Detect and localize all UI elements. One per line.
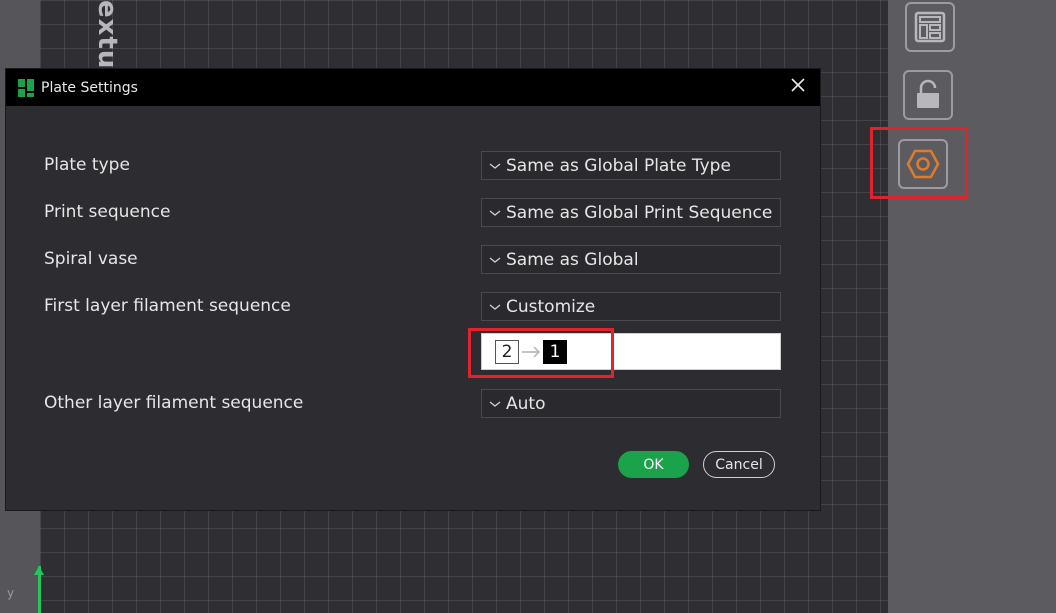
dialog-title: Plate Settings xyxy=(41,79,138,96)
print-sequence-select[interactable]: Same as Global Print Sequence xyxy=(481,198,781,227)
spiral-vase-select[interactable]: Same as Global xyxy=(481,245,781,274)
chevron-down-icon xyxy=(489,303,501,310)
plate-type-value: Same as Global Plate Type xyxy=(506,155,731,176)
chevron-down-icon xyxy=(489,209,501,216)
first-layer-sequence-select[interactable]: Customize xyxy=(481,292,781,321)
other-layer-sequence-label: Other layer filament sequence xyxy=(44,393,304,413)
close-icon xyxy=(791,78,805,92)
app-logo-icon xyxy=(18,78,34,97)
other-layer-sequence-select[interactable]: Auto xyxy=(481,389,781,418)
print-sequence-value: Same as Global Print Sequence xyxy=(506,202,773,223)
dialog-titlebar[interactable]: Plate Settings xyxy=(6,69,820,106)
plate-type-label: Plate type xyxy=(44,155,130,175)
settings-highlight xyxy=(870,127,968,199)
close-button[interactable] xyxy=(786,75,810,99)
plate-type-select[interactable]: Same as Global Plate Type xyxy=(481,151,781,180)
arrange-layout-button[interactable] xyxy=(905,2,955,52)
first-layer-sequence-value: Customize xyxy=(506,296,596,317)
spiral-vase-value: Same as Global xyxy=(506,249,639,270)
chevron-down-icon xyxy=(489,256,501,263)
first-layer-sequence-label: First layer filament sequence xyxy=(44,296,291,316)
sequence-highlight xyxy=(468,328,614,378)
unlock-icon xyxy=(917,79,939,108)
spiral-vase-label: Spiral vase xyxy=(44,249,138,269)
layout-icon xyxy=(914,11,946,43)
ok-button[interactable]: OK xyxy=(618,451,689,478)
print-sequence-label: Print sequence xyxy=(44,202,171,222)
chevron-down-icon xyxy=(489,400,501,407)
cancel-button[interactable]: Cancel xyxy=(703,451,775,478)
y-axis-arrow xyxy=(34,566,44,575)
lock-plate-button[interactable] xyxy=(903,70,953,120)
plate-settings-dialog: Plate Settings Plate type Same as Global… xyxy=(6,69,820,510)
chevron-down-icon xyxy=(489,162,501,169)
y-axis-label: y xyxy=(7,586,15,600)
other-layer-sequence-value: Auto xyxy=(506,393,546,414)
